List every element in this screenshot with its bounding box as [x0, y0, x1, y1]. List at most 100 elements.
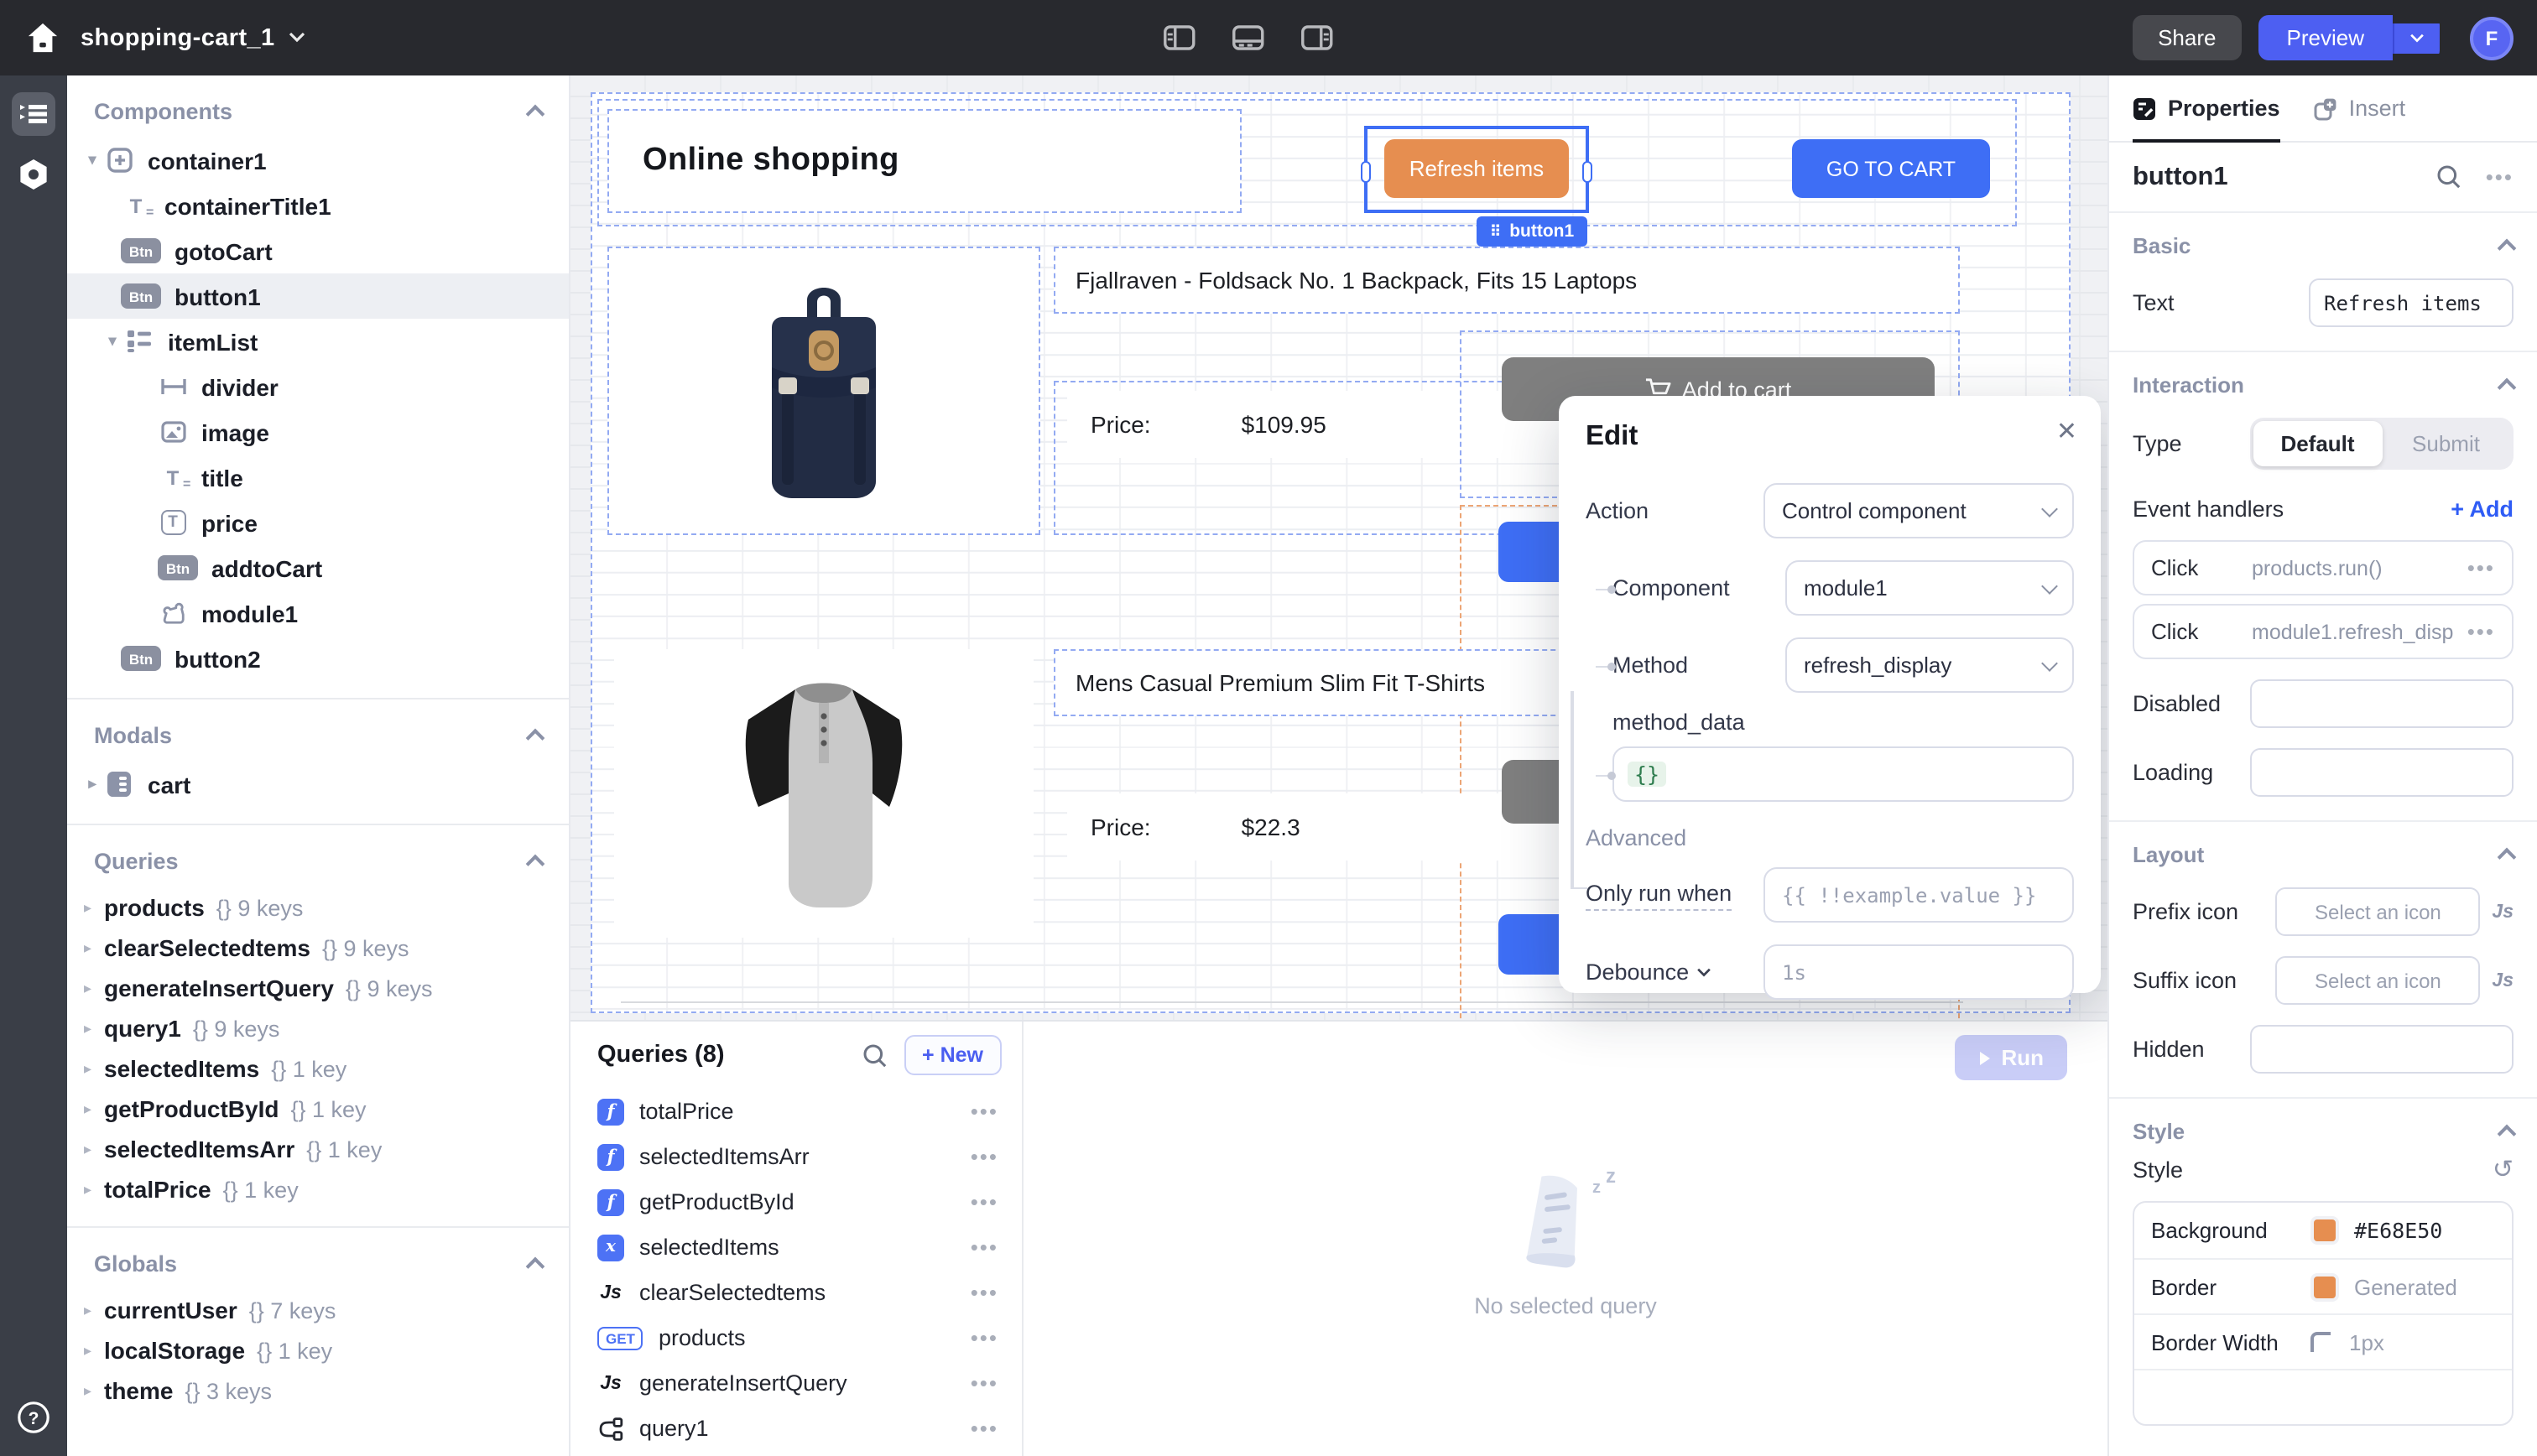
more-icon[interactable]: ••• — [2467, 555, 2495, 580]
color-swatch[interactable] — [2310, 1272, 2339, 1301]
prefix-icon-select[interactable]: Select an icon — [2275, 887, 2480, 936]
preview-dropdown-icon[interactable] — [2393, 23, 2440, 53]
layout-section-header[interactable]: Layout — [2109, 822, 2537, 877]
method-data-input[interactable]: {} — [1612, 746, 2074, 802]
query-list-item[interactable]: getProductById••• — [570, 1179, 1022, 1225]
selection-frame[interactable] — [1364, 126, 1589, 213]
debounce-label[interactable]: Debounce — [1586, 959, 1711, 985]
query-state-row[interactable]: ▸totalPrice{} 1 key — [67, 1169, 569, 1209]
query-list-item[interactable]: JsclearSelectedtems••• — [570, 1270, 1022, 1315]
toggle-left-panel-icon[interactable] — [1164, 25, 1196, 50]
more-icon[interactable]: ••• — [2486, 164, 2514, 190]
sidebar-item-gotoCart[interactable]: Btn gotoCart — [67, 228, 569, 273]
query-list-item[interactable]: JsgenerateInsertQuery••• — [570, 1360, 1022, 1406]
collapse-icon[interactable] — [526, 729, 545, 748]
modals-section-header[interactable]: Modals — [67, 699, 569, 762]
caret-down-icon[interactable]: ▾ — [104, 332, 121, 351]
resize-handle[interactable] — [1582, 161, 1592, 183]
caret-down-icon[interactable]: ▾ — [84, 151, 101, 169]
components-section-header[interactable]: Components — [67, 75, 569, 138]
add-handler-button[interactable]: + Add — [2451, 497, 2514, 522]
more-icon[interactable]: ••• — [971, 1325, 998, 1350]
type-segmented-control[interactable]: Default Submit — [2250, 418, 2514, 470]
sidebar-item-image[interactable]: image — [67, 409, 569, 455]
collapse-icon[interactable] — [2498, 239, 2517, 258]
go-to-cart-button[interactable]: GO TO CART — [1792, 139, 1990, 198]
sidebar-item-itemList[interactable]: ▾ itemList — [67, 319, 569, 364]
sidebar-item-cart-modal[interactable]: ▸ cart — [67, 762, 569, 807]
collapse-icon[interactable] — [2498, 1125, 2517, 1144]
close-icon[interactable]: ✕ — [2056, 416, 2077, 446]
query-list-item[interactable]: selectedItemsArr••• — [570, 1134, 1022, 1179]
query-list-item[interactable]: totalPrice••• — [570, 1089, 1022, 1134]
sidebar-item-addtoCart[interactable]: Btn addtoCart — [67, 545, 569, 590]
disabled-input[interactable] — [2250, 679, 2514, 728]
query-state-row[interactable]: ▸generateInsertQuery{} 9 keys — [67, 968, 569, 1008]
query-state-row[interactable]: ▸selectedItems{} 1 key — [67, 1048, 569, 1089]
action-select[interactable]: Control component — [1763, 483, 2074, 538]
style-row-border[interactable]: Border Generated — [2134, 1258, 2512, 1313]
toggle-right-panel-icon[interactable] — [1301, 25, 1333, 50]
help-icon[interactable]: ? — [12, 1396, 55, 1439]
query-list-item[interactable]: selectedItems••• — [570, 1225, 1022, 1270]
app-name-chevron-icon[interactable] — [289, 32, 305, 44]
avatar[interactable]: F — [2470, 16, 2514, 60]
more-icon[interactable]: ••• — [2467, 619, 2495, 644]
basic-section-header[interactable]: Basic — [2109, 213, 2537, 268]
query-state-row[interactable]: ▸clearSelectedtems{} 9 keys — [67, 928, 569, 968]
app-name[interactable]: shopping-cart_1 — [81, 24, 275, 51]
method-select[interactable]: refresh_display — [1785, 637, 2074, 693]
global-state-row[interactable]: ▸currentUser{} 7 keys — [67, 1290, 569, 1330]
sidebar-item-button1[interactable]: Btn button1 — [67, 273, 569, 319]
queries-section-header[interactable]: Queries — [67, 825, 569, 887]
tab-insert[interactable]: Insert — [2314, 75, 2406, 141]
query-state-row[interactable]: ▸getProductById{} 1 key — [67, 1089, 569, 1129]
type-default-option[interactable]: Default — [2253, 421, 2382, 466]
collapse-icon[interactable] — [526, 105, 545, 124]
product-image-cell[interactable] — [607, 247, 1040, 535]
query-list-item[interactable]: GETproducts••• — [570, 1315, 1022, 1360]
new-query-button[interactable]: + New — [904, 1035, 1002, 1075]
more-icon[interactable]: ••• — [971, 1099, 998, 1124]
query-state-row[interactable]: ▸selectedItemsArr{} 1 key — [67, 1129, 569, 1169]
share-button[interactable]: Share — [2133, 15, 2241, 60]
color-swatch[interactable] — [2310, 1216, 2339, 1245]
collapse-icon[interactable] — [2498, 848, 2517, 867]
event-handler-row[interactable]: Click module1.refresh_display() ••• — [2133, 604, 2514, 659]
toggle-bottom-panel-icon[interactable] — [1232, 25, 1264, 50]
more-icon[interactable]: ••• — [971, 1144, 998, 1169]
sidebar-item-button2[interactable]: Btn button2 — [67, 636, 569, 681]
more-icon[interactable]: ••• — [971, 1235, 998, 1260]
query-state-row[interactable]: ▸products{} 9 keys — [67, 887, 569, 928]
run-query-button[interactable]: Run — [1954, 1035, 2067, 1080]
resize-handle[interactable] — [1361, 161, 1371, 183]
settings-hex-icon[interactable] — [12, 153, 55, 196]
style-section-header[interactable]: Style — [2109, 1099, 2537, 1154]
sidebar-item-containerTitle1[interactable]: T= containerTitle1 — [67, 183, 569, 228]
home-icon[interactable] — [23, 19, 60, 56]
loading-input[interactable] — [2250, 748, 2514, 797]
selected-widget-tag[interactable]: button1 — [1477, 216, 1587, 247]
container-title-widget[interactable]: Online shopping — [607, 109, 1242, 213]
search-icon[interactable] — [2437, 164, 2462, 190]
interaction-section-header[interactable]: Interaction — [2109, 352, 2537, 408]
tab-properties[interactable]: Properties — [2133, 75, 2280, 141]
event-handler-row[interactable]: Click products.run() ••• — [2133, 540, 2514, 595]
collapse-icon[interactable] — [2498, 378, 2517, 398]
style-row-border-width[interactable]: Border Width 1px — [2134, 1313, 2512, 1369]
type-submit-option[interactable]: Submit — [2382, 421, 2510, 466]
suffix-icon-select[interactable]: Select an icon — [2275, 956, 2480, 1005]
global-state-row[interactable]: ▸localStorage{} 1 key — [67, 1330, 569, 1370]
more-icon[interactable]: ••• — [971, 1416, 998, 1441]
only-run-when-input[interactable]: {{ !!example.value }} — [1763, 867, 2074, 923]
global-state-row[interactable]: ▸theme{} 3 keys — [67, 1370, 569, 1411]
inspector-tree-icon[interactable] — [12, 92, 55, 136]
more-icon[interactable]: ••• — [971, 1370, 998, 1396]
collapse-icon[interactable] — [526, 1257, 545, 1277]
preview-button[interactable]: Preview — [2258, 15, 2441, 60]
query-list-item[interactable]: query1••• — [570, 1406, 1022, 1451]
component-select[interactable]: module1 — [1785, 560, 2074, 616]
caret-right-icon[interactable]: ▸ — [84, 775, 101, 793]
search-icon[interactable] — [862, 1043, 887, 1068]
hidden-input[interactable] — [2250, 1025, 2514, 1074]
